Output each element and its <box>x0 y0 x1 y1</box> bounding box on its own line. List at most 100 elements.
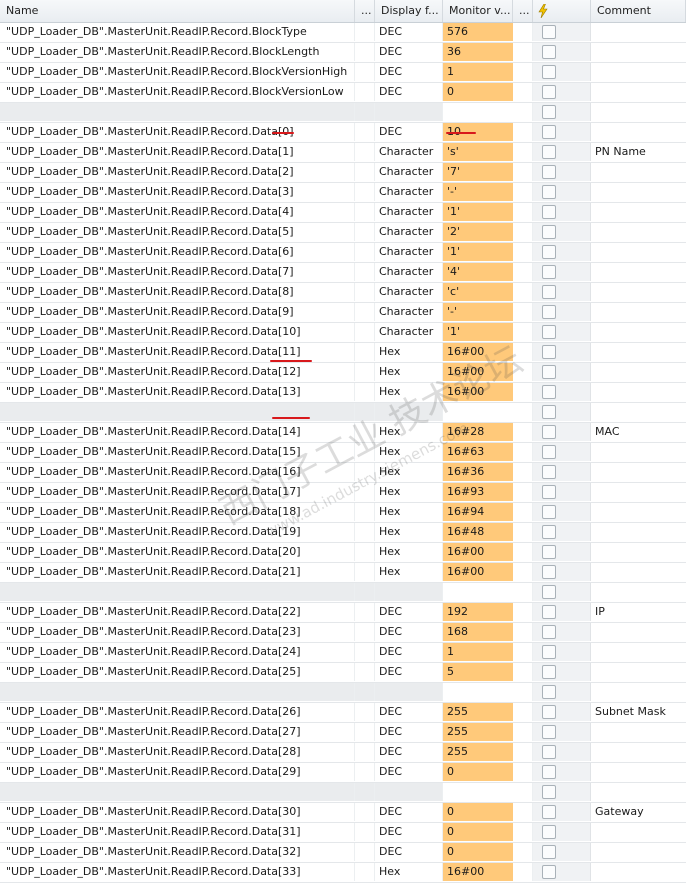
table-row[interactable]: "UDP_Loader_DB".MasterUnit.ReadIP.Record… <box>0 563 686 583</box>
table-row[interactable]: "UDP_Loader_DB".MasterUnit.ReadIP.Record… <box>0 203 686 223</box>
checkbox-icon[interactable] <box>542 685 556 699</box>
display-format-cell[interactable]: Hex <box>375 383 443 401</box>
modify-cell[interactable] <box>533 283 591 301</box>
name-cell[interactable]: "UDP_Loader_DB".MasterUnit.ReadIP.Record… <box>0 143 355 161</box>
checkbox-icon[interactable] <box>542 285 556 299</box>
display-format-cell[interactable]: Character <box>375 283 443 301</box>
display-format-cell[interactable]: DEC <box>375 23 443 41</box>
modify-cell[interactable] <box>533 23 591 41</box>
name-cell[interactable]: "UDP_Loader_DB".MasterUnit.ReadIP.Record… <box>0 703 355 721</box>
modify-cell[interactable] <box>533 503 591 521</box>
table-row[interactable]: "UDP_Loader_DB".MasterUnit.ReadIP.Record… <box>0 463 686 483</box>
table-row[interactable]: "UDP_Loader_DB".MasterUnit.ReadIP.Record… <box>0 443 686 463</box>
display-format-cell[interactable]: Character <box>375 203 443 221</box>
display-format-cell[interactable]: Character <box>375 163 443 181</box>
column-header-comment[interactable]: Comment <box>591 0 686 22</box>
table-row[interactable]: "UDP_Loader_DB".MasterUnit.ReadIP.Record… <box>0 603 686 623</box>
modify-cell[interactable] <box>533 63 591 81</box>
display-format-cell[interactable]: Hex <box>375 423 443 441</box>
table-row[interactable]: "UDP_Loader_DB".MasterUnit.ReadIP.Record… <box>0 143 686 163</box>
table-row[interactable]: "UDP_Loader_DB".MasterUnit.ReadIP.Record… <box>0 383 686 403</box>
checkbox-icon[interactable] <box>542 785 556 799</box>
checkbox-icon[interactable] <box>542 545 556 559</box>
display-format-cell[interactable]: DEC <box>375 623 443 641</box>
display-format-cell[interactable]: Character <box>375 303 443 321</box>
table-row[interactable]: "UDP_Loader_DB".MasterUnit.ReadIP.Record… <box>0 243 686 263</box>
modify-cell[interactable] <box>533 783 591 801</box>
checkbox-icon[interactable] <box>542 625 556 639</box>
display-format-cell[interactable]: DEC <box>375 663 443 681</box>
table-row[interactable]: "UDP_Loader_DB".MasterUnit.ReadIP.Record… <box>0 63 686 83</box>
checkbox-icon[interactable] <box>542 825 556 839</box>
name-cell[interactable]: "UDP_Loader_DB".MasterUnit.ReadIP.Record… <box>0 323 355 341</box>
name-cell[interactable]: "UDP_Loader_DB".MasterUnit.ReadIP.Record… <box>0 263 355 281</box>
display-format-cell[interactable] <box>375 783 443 801</box>
modify-cell[interactable] <box>533 743 591 761</box>
name-cell[interactable]: "UDP_Loader_DB".MasterUnit.ReadIP.Record… <box>0 203 355 221</box>
name-cell[interactable]: "UDP_Loader_DB".MasterUnit.ReadIP.Record… <box>0 123 355 141</box>
display-format-cell[interactable]: DEC <box>375 123 443 141</box>
display-format-cell[interactable]: DEC <box>375 723 443 741</box>
name-cell[interactable]: "UDP_Loader_DB".MasterUnit.ReadIP.Record… <box>0 163 355 181</box>
name-cell[interactable]: "UDP_Loader_DB".MasterUnit.ReadIP.Record… <box>0 43 355 61</box>
table-row[interactable]: "UDP_Loader_DB".MasterUnit.ReadIP.Record… <box>0 623 686 643</box>
modify-cell[interactable] <box>533 303 591 321</box>
checkbox-icon[interactable] <box>542 205 556 219</box>
checkbox-icon[interactable] <box>542 565 556 579</box>
display-format-cell[interactable]: DEC <box>375 843 443 861</box>
empty-row[interactable] <box>0 403 686 423</box>
display-format-cell[interactable]: Character <box>375 263 443 281</box>
name-cell[interactable]: "UDP_Loader_DB".MasterUnit.ReadIP.Record… <box>0 23 355 41</box>
name-cell[interactable]: "UDP_Loader_DB".MasterUnit.ReadIP.Record… <box>0 643 355 661</box>
column-header-display-format[interactable]: Display f... <box>375 0 443 22</box>
checkbox-icon[interactable] <box>542 765 556 779</box>
display-format-cell[interactable]: Hex <box>375 443 443 461</box>
checkbox-icon[interactable] <box>542 805 556 819</box>
display-format-cell[interactable] <box>375 103 443 121</box>
display-format-cell[interactable]: Character <box>375 323 443 341</box>
name-cell[interactable]: "UDP_Loader_DB".MasterUnit.ReadIP.Record… <box>0 363 355 381</box>
modify-cell[interactable] <box>533 563 591 581</box>
checkbox-icon[interactable] <box>542 105 556 119</box>
table-row[interactable]: "UDP_Loader_DB".MasterUnit.ReadIP.Record… <box>0 423 686 443</box>
display-format-cell[interactable]: DEC <box>375 823 443 841</box>
modify-cell[interactable] <box>533 383 591 401</box>
display-format-cell[interactable]: Hex <box>375 543 443 561</box>
display-format-cell[interactable]: DEC <box>375 803 443 821</box>
table-row[interactable]: "UDP_Loader_DB".MasterUnit.ReadIP.Record… <box>0 743 686 763</box>
modify-cell[interactable] <box>533 723 591 741</box>
modify-cell[interactable] <box>533 183 591 201</box>
modify-cell[interactable] <box>533 163 591 181</box>
table-row[interactable]: "UDP_Loader_DB".MasterUnit.ReadIP.Record… <box>0 303 686 323</box>
table-row[interactable]: "UDP_Loader_DB".MasterUnit.ReadIP.Record… <box>0 23 686 43</box>
table-row[interactable]: "UDP_Loader_DB".MasterUnit.ReadIP.Record… <box>0 643 686 663</box>
checkbox-icon[interactable] <box>542 225 556 239</box>
name-cell[interactable]: "UDP_Loader_DB".MasterUnit.ReadIP.Record… <box>0 723 355 741</box>
modify-cell[interactable] <box>533 403 591 421</box>
checkbox-icon[interactable] <box>542 585 556 599</box>
table-row[interactable]: "UDP_Loader_DB".MasterUnit.ReadIP.Record… <box>0 323 686 343</box>
table-row[interactable]: "UDP_Loader_DB".MasterUnit.ReadIP.Record… <box>0 543 686 563</box>
checkbox-icon[interactable] <box>542 605 556 619</box>
table-row[interactable]: "UDP_Loader_DB".MasterUnit.ReadIP.Record… <box>0 363 686 383</box>
modify-cell[interactable] <box>533 823 591 841</box>
table-row[interactable]: "UDP_Loader_DB".MasterUnit.ReadIP.Record… <box>0 43 686 63</box>
modify-cell[interactable] <box>533 683 591 701</box>
modify-cell[interactable] <box>533 223 591 241</box>
modify-cell[interactable] <box>533 363 591 381</box>
checkbox-icon[interactable] <box>542 505 556 519</box>
name-cell[interactable]: "UDP_Loader_DB".MasterUnit.ReadIP.Record… <box>0 463 355 481</box>
modify-cell[interactable] <box>533 43 591 61</box>
empty-row[interactable] <box>0 683 686 703</box>
display-format-cell[interactable]: DEC <box>375 63 443 81</box>
name-cell[interactable]: "UDP_Loader_DB".MasterUnit.ReadIP.Record… <box>0 343 355 361</box>
display-format-cell[interactable]: DEC <box>375 43 443 61</box>
checkbox-icon[interactable] <box>542 25 556 39</box>
modify-cell[interactable] <box>533 83 591 101</box>
display-format-cell[interactable]: Hex <box>375 483 443 501</box>
name-cell[interactable]: "UDP_Loader_DB".MasterUnit.ReadIP.Record… <box>0 743 355 761</box>
checkbox-icon[interactable] <box>542 525 556 539</box>
table-row[interactable]: "UDP_Loader_DB".MasterUnit.ReadIP.Record… <box>0 523 686 543</box>
name-cell[interactable]: "UDP_Loader_DB".MasterUnit.ReadIP.Record… <box>0 63 355 81</box>
name-cell[interactable]: "UDP_Loader_DB".MasterUnit.ReadIP.Record… <box>0 243 355 261</box>
